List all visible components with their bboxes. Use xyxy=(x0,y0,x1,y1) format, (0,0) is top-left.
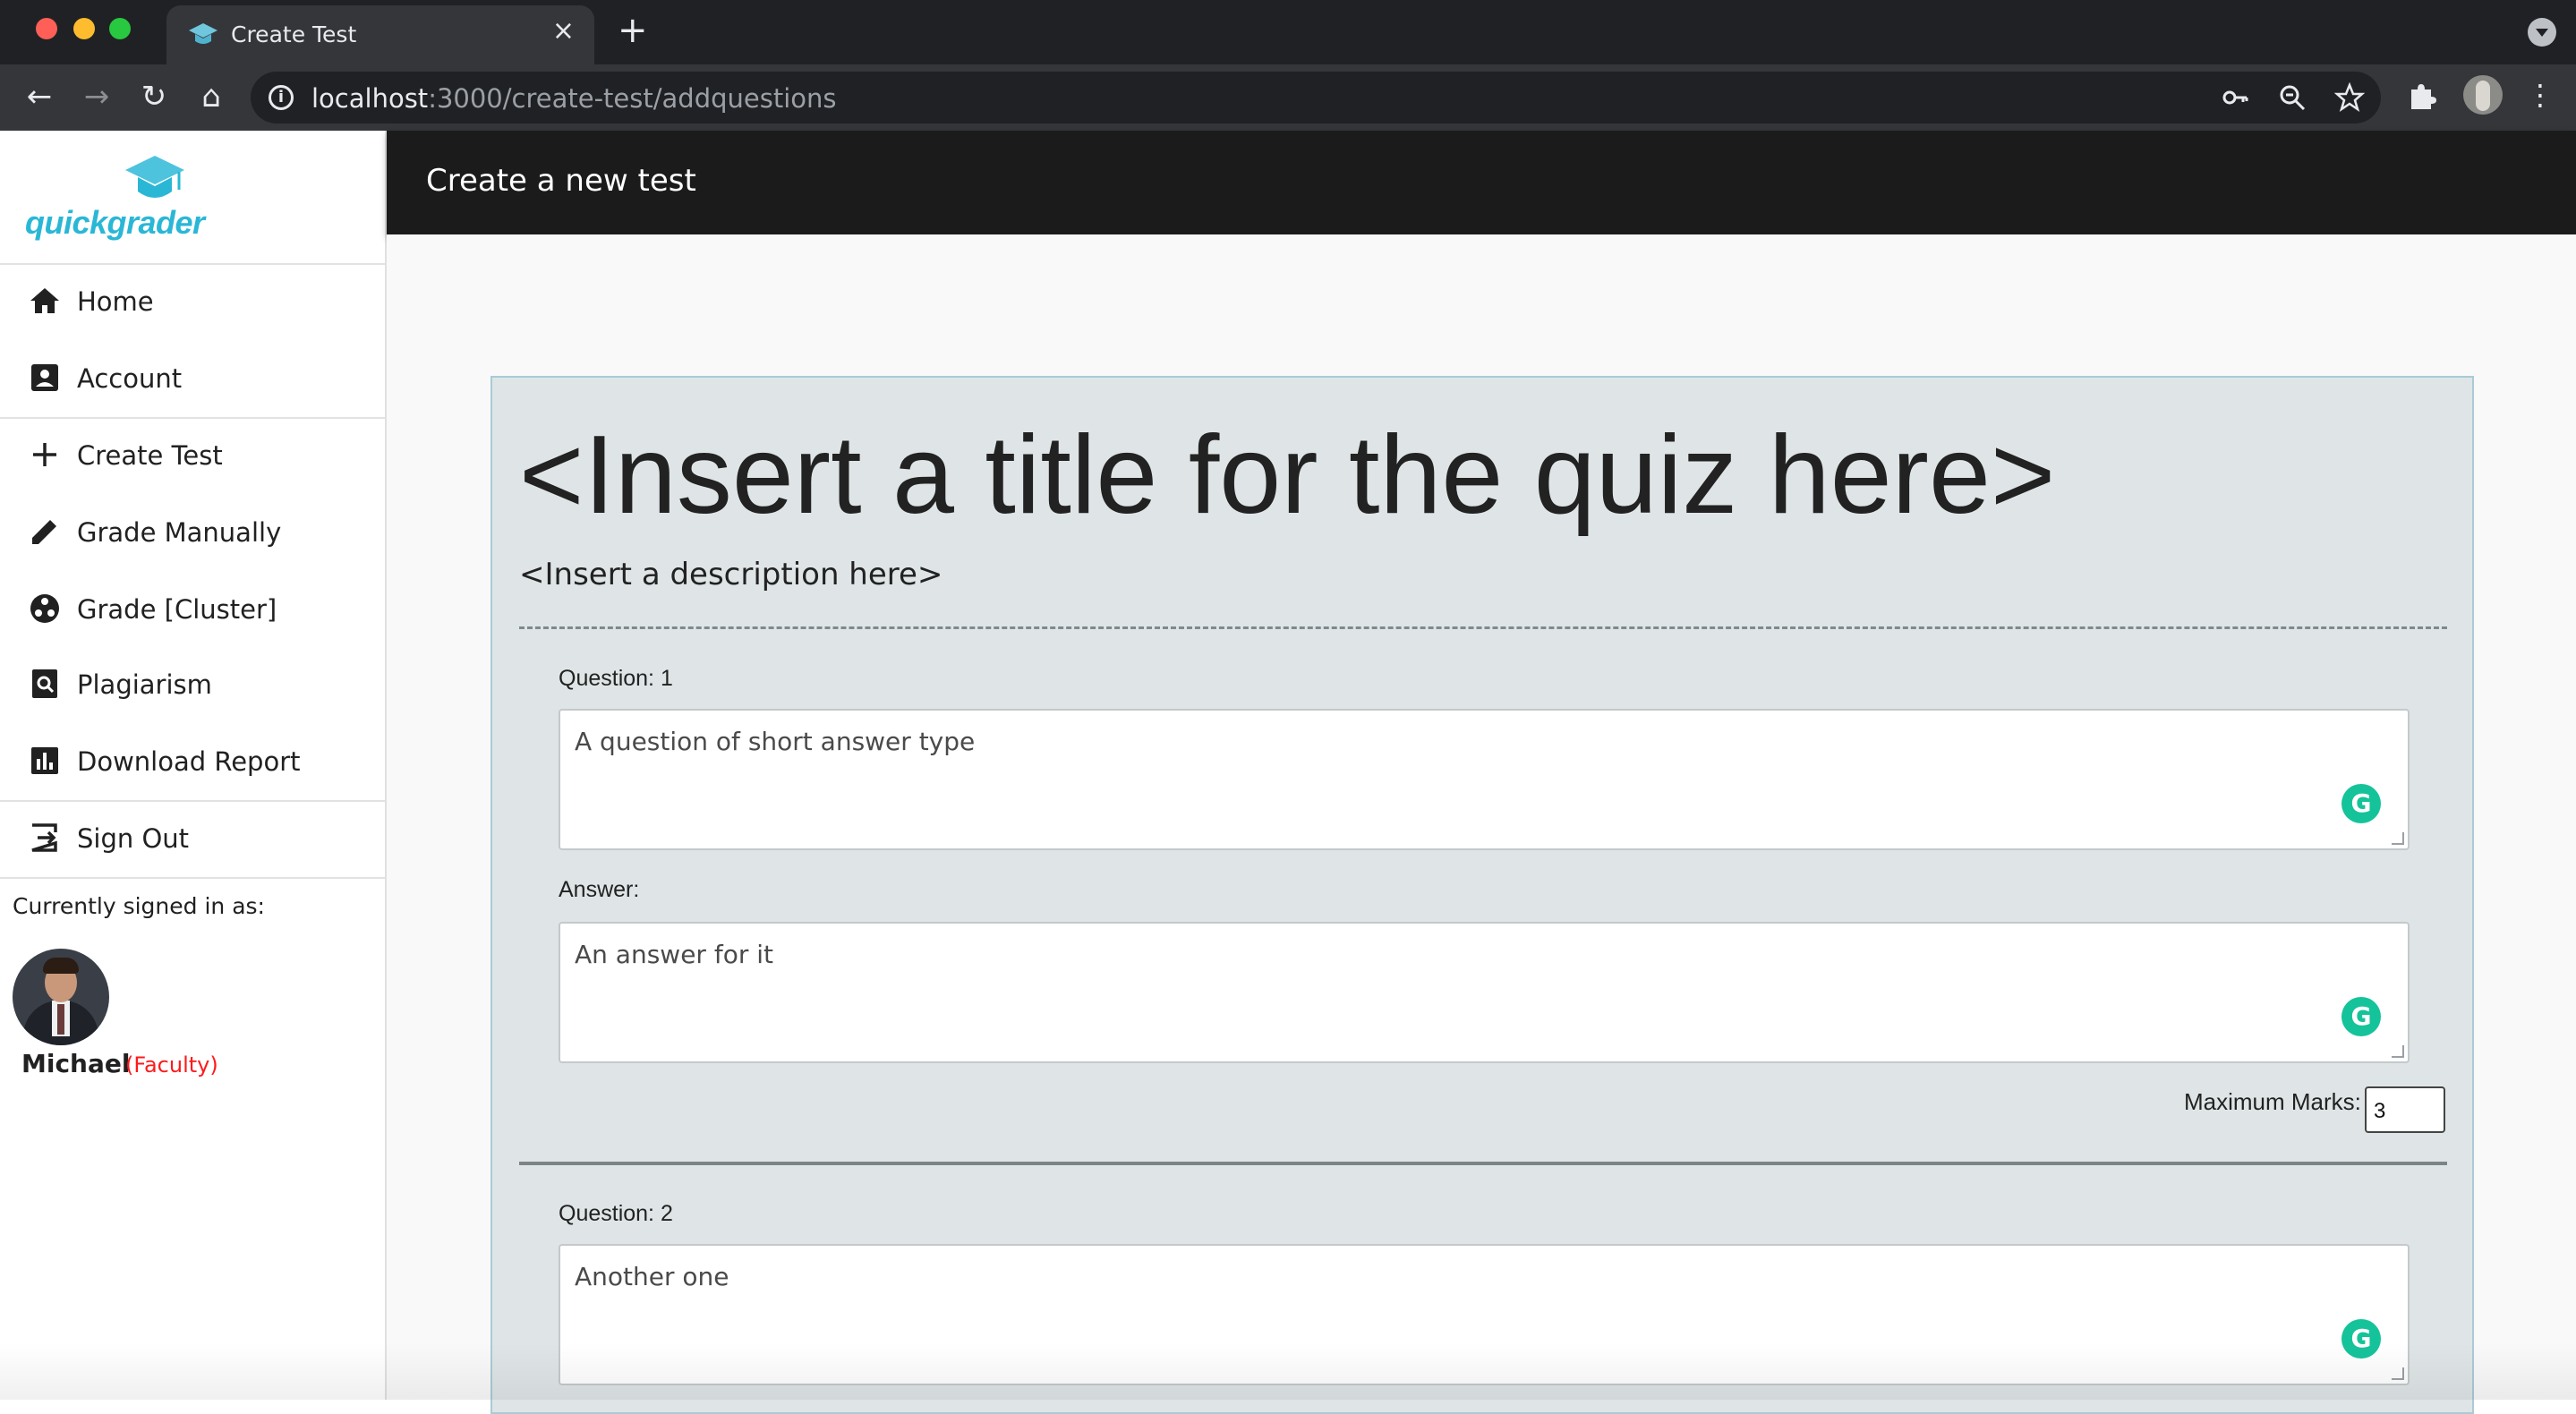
question-text: Another one xyxy=(575,1262,729,1291)
profile-avatar[interactable] xyxy=(2463,75,2503,115)
quiz-description[interactable]: <Insert a description here> xyxy=(519,557,943,592)
resize-handle-icon[interactable] xyxy=(2392,1367,2404,1380)
sidebar-item-label: Grade [Cluster] xyxy=(77,594,277,625)
grammarly-icon[interactable] xyxy=(2341,997,2381,1036)
cluster-icon xyxy=(30,594,59,623)
sidebar-item-account[interactable]: Account xyxy=(0,342,385,413)
sidebar-item-label: Create Test xyxy=(77,440,223,471)
window-maximize-button[interactable] xyxy=(109,18,131,39)
address-bar[interactable]: i localhost:3000/create-test/addquestion… xyxy=(251,72,2381,124)
page-title: Create a new test xyxy=(426,163,696,199)
resize-handle-icon[interactable] xyxy=(2392,1045,2404,1058)
sidebar-item-grade-manually[interactable]: Grade Manually xyxy=(0,496,385,567)
more-menu-icon[interactable]: ⋮ xyxy=(2522,77,2558,113)
sidebar-item-home[interactable]: Home xyxy=(0,265,385,336)
grammarly-icon[interactable] xyxy=(2341,1319,2381,1359)
new-tab-button[interactable]: + xyxy=(618,13,648,48)
sidebar-item-plagiarism[interactable]: Plagiarism xyxy=(0,648,385,720)
sidebar-item-create-test[interactable]: Create Test xyxy=(0,419,385,490)
key-icon[interactable] xyxy=(2220,82,2250,113)
url-text[interactable]: localhost:3000/create-test/addquestions xyxy=(311,83,837,114)
quiz-title[interactable]: <Insert a title for the quiz here> xyxy=(519,412,2055,539)
user-avatar xyxy=(13,949,109,1045)
answer-field[interactable]: An answer for it xyxy=(559,922,2410,1063)
reload-icon[interactable]: ↻ xyxy=(134,77,174,116)
answer-text: An answer for it xyxy=(575,940,773,969)
browser-toolbar: ← → ↻ ⌂ i localhost:3000/create-test/add… xyxy=(0,64,2576,131)
plus-icon xyxy=(33,443,56,466)
url-path: :3000/create-test/addquestions xyxy=(428,83,837,114)
sidebar-item-download-report[interactable]: Download Report xyxy=(0,725,385,796)
account-icon xyxy=(31,364,58,391)
zoom-icon[interactable] xyxy=(2277,82,2307,113)
sidebar-item-sign-out[interactable]: Sign Out xyxy=(0,802,385,873)
divider xyxy=(0,877,385,879)
max-marks-value: 3 xyxy=(2374,1099,2386,1123)
graduation-cap-icon xyxy=(189,23,218,44)
browser-tab-bar: Create Test × + xyxy=(0,0,2576,64)
question-label: Question: 2 xyxy=(559,1201,673,1226)
forward-arrow-icon[interactable]: → xyxy=(77,77,116,116)
question-field[interactable]: Another one xyxy=(559,1244,2410,1385)
resize-handle-icon[interactable] xyxy=(2392,832,2404,845)
url-host: localhost xyxy=(311,83,429,114)
tab-title: Create Test xyxy=(231,21,357,47)
back-arrow-icon[interactable]: ← xyxy=(20,77,59,116)
answer-label: Answer: xyxy=(559,877,640,902)
bar-chart-icon xyxy=(31,747,58,774)
question-field[interactable]: A question of short answer type xyxy=(559,709,2410,850)
question-separator xyxy=(519,1162,2447,1165)
grammarly-icon[interactable] xyxy=(2341,784,2381,823)
window-minimize-button[interactable] xyxy=(73,18,95,39)
search-document-icon xyxy=(32,669,57,698)
max-marks-label: Maximum Marks: xyxy=(2184,1088,2361,1115)
sidebar-item-label: Download Report xyxy=(77,746,301,777)
site-info-icon[interactable]: i xyxy=(269,85,294,110)
sidebar-item-grade-cluster[interactable]: Grade [Cluster] xyxy=(0,573,385,644)
sidebar-item-label: Account xyxy=(77,363,183,394)
question-label: Question: 1 xyxy=(559,666,673,691)
window-close-button[interactable] xyxy=(36,18,57,39)
home-icon xyxy=(30,288,59,313)
pencil-icon xyxy=(32,520,56,544)
question-text: A question of short answer type xyxy=(575,727,976,756)
graduation-cap-icon xyxy=(125,156,184,198)
bookmark-star-icon[interactable] xyxy=(2334,82,2365,113)
app-header: Create a new test xyxy=(387,131,2576,234)
logo-text: quickgrader xyxy=(25,204,205,241)
extensions-puzzle-icon[interactable] xyxy=(2404,77,2440,113)
logo[interactable]: quickgrader xyxy=(25,154,205,243)
sidebar-item-label: Plagiarism xyxy=(77,669,212,700)
sidebar-item-label: Grade Manually xyxy=(77,517,282,548)
sidebar-item-label: Home xyxy=(77,286,154,317)
tab-search-icon[interactable] xyxy=(2528,18,2556,47)
user-name: Michael xyxy=(21,1049,131,1078)
sidebar: quickgrader Home Account Create Test Gra… xyxy=(0,131,387,1400)
home-button-icon[interactable]: ⌂ xyxy=(192,77,231,116)
user-role-badge: (Faculty) xyxy=(125,1052,218,1078)
signed-in-label: Currently signed in as: xyxy=(13,893,265,919)
sign-out-icon xyxy=(31,823,57,852)
quiz-editor: <Insert a title for the quiz here> <Inse… xyxy=(490,376,2474,1414)
sidebar-item-label: Sign Out xyxy=(77,823,190,854)
tab-close-icon[interactable]: × xyxy=(552,18,575,45)
divider xyxy=(519,626,2447,629)
browser-tab[interactable]: Create Test × xyxy=(166,5,594,64)
max-marks-input[interactable]: 3 xyxy=(2365,1086,2445,1133)
